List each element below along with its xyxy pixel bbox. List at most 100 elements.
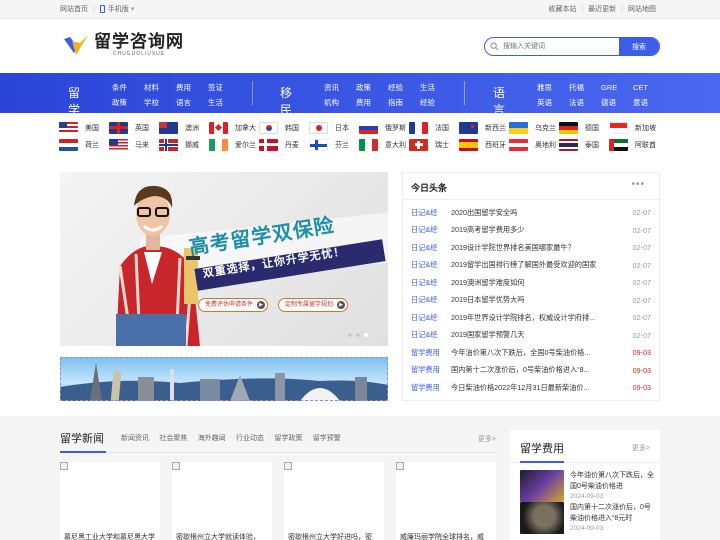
country-item[interactable]: 泰国 — [559, 136, 609, 153]
section-tab[interactable]: 行业动态 — [236, 433, 264, 443]
country-item[interactable]: 爱尔兰 — [209, 136, 259, 153]
hero-banner[interactable]: 高考留学双保险 双重选择，让你升学无忧！ 免费评估申请条件 ▶ 定制专属留学规划 ▶ — [60, 172, 388, 346]
nav-item[interactable]: 资讯 — [324, 80, 356, 95]
nav-title-study[interactable]: 留学 — [68, 84, 81, 118]
country-item[interactable]: 英国 — [109, 119, 159, 136]
more-link[interactable]: 更多> — [632, 443, 650, 453]
nav-title-language[interactable]: 语言 — [493, 84, 506, 118]
headline-title[interactable]: 2019国家留学预警几天 — [451, 330, 631, 340]
headline-title[interactable]: 2019设计学院世界排名美国哪家最牛？ — [451, 243, 631, 253]
sitemap-link[interactable]: 网站地图 — [628, 4, 656, 14]
headline-row[interactable]: 日记&经 2019高考留学费用多少 02-07 — [411, 222, 651, 240]
headline-category[interactable]: 日记&经 — [411, 225, 451, 235]
section-tab[interactable]: 新闻资讯 — [121, 433, 149, 443]
headline-title[interactable]: 2020出国留学安全吗 — [451, 208, 631, 218]
headline-row[interactable]: 日记&经 2019日本留学优势大吗 02-07 — [411, 292, 651, 310]
nav-item[interactable]: 语言 — [176, 95, 208, 110]
nav-item[interactable]: 意语 — [633, 95, 665, 110]
nav-item[interactable]: 托福 — [569, 80, 601, 95]
nav-item[interactable]: 政策 — [112, 95, 144, 110]
headline-category[interactable]: 留学费用 — [411, 348, 451, 358]
headline-category[interactable]: 日记&经 — [411, 243, 451, 253]
news-card[interactable]: 密歇根州立大学好进吗，密 — [284, 462, 384, 540]
nav-item[interactable]: 德语 — [601, 95, 633, 110]
headline-category[interactable]: 日记&经 — [411, 295, 451, 305]
nav-item[interactable]: 费用 — [356, 95, 388, 110]
nav-item[interactable]: 费用 — [176, 80, 208, 95]
country-item[interactable]: 新加坡 — [609, 119, 659, 136]
nav-item[interactable]: 生活 — [420, 80, 452, 95]
nav-item[interactable]: 雅思 — [537, 80, 569, 95]
country-item[interactable]: 意大利 — [359, 136, 409, 153]
country-item[interactable]: 马来 — [109, 136, 159, 153]
country-item[interactable]: 加拿大 — [209, 119, 259, 136]
free-assessment-button[interactable]: 免费评估申请条件 ▶ — [198, 298, 269, 312]
nav-item[interactable]: 生活 — [208, 95, 240, 110]
headline-category[interactable]: 日记&经 — [411, 313, 451, 323]
nav-item[interactable]: 指南 — [388, 95, 420, 110]
nav-item[interactable]: 条件 — [112, 80, 144, 95]
headline-title[interactable]: 国内第十二次涨价后，0号柴油价格进入“8... — [451, 365, 631, 375]
headline-title[interactable]: 今日柴油价格2022年12月31日最新柴油价... — [451, 383, 631, 393]
country-item[interactable]: 俄罗斯 — [359, 119, 409, 136]
news-card[interactable]: 威廉玛丽学院全球排名，威 — [396, 462, 496, 540]
news-card[interactable]: 密歇根州立大学就读体验， — [172, 462, 272, 540]
nav-item[interactable]: 法语 — [569, 95, 601, 110]
headline-category[interactable]: 日记&经 — [411, 278, 451, 288]
more-icon[interactable]: ••• — [631, 179, 645, 190]
bookmark-link[interactable]: 收藏本站 — [548, 4, 576, 14]
list-item[interactable]: 国内第十二次涨价后，0号柴油价格进入“8元时 2024-09-03 — [520, 502, 655, 536]
headline-row[interactable]: 日记&经 2019年世界设计学院排名，权威设计学府排... 02-07 — [411, 309, 651, 327]
section-tab[interactable]: 留学预警 — [313, 433, 341, 443]
headline-row[interactable]: 留学费用 国内第十二次涨价后，0号柴油价格进入“8... 09-03 — [411, 362, 651, 380]
country-item[interactable]: 奥地利 — [509, 136, 559, 153]
headline-category[interactable]: 日记&经 — [411, 260, 451, 270]
headline-row[interactable]: 日记&经 2019澳洲留学难度如何 02-07 — [411, 274, 651, 292]
nav-item[interactable]: 经验 — [388, 80, 420, 95]
search-input[interactable] — [503, 38, 619, 55]
country-item[interactable]: 乌克兰 — [509, 119, 559, 136]
carousel-dot[interactable] — [356, 333, 360, 337]
news-card[interactable]: 慕尼黑工业大学和慕尼黑大学 — [60, 462, 160, 540]
headline-title[interactable]: 2019日本留学优势大吗 — [451, 295, 631, 305]
section-tab[interactable]: 留学政策 — [274, 433, 302, 443]
nav-item[interactable]: 材料 — [144, 80, 176, 95]
nav-item[interactable]: 签证 — [208, 80, 240, 95]
list-item[interactable]: 今年油价第八次下跌后，全国0号柴油价格进 2024-09-03 — [520, 470, 655, 504]
nav-item[interactable]: 机构 — [324, 95, 356, 110]
headline-title[interactable]: 2019年世界设计学院排名，权威设计学府排... — [451, 313, 631, 323]
headline-title[interactable]: 2019澳洲留学难度如何 — [451, 278, 631, 288]
mobile-link[interactable]: 手机版 — [108, 4, 129, 14]
country-item[interactable]: 挪威 — [159, 136, 209, 153]
headline-title[interactable]: 今年油价第八次下跌后，全国0号柴油价格... — [451, 348, 631, 358]
custom-plan-button[interactable]: 定制专属留学规划 ▶ — [278, 298, 349, 312]
country-item[interactable]: 日本 — [309, 119, 359, 136]
headline-title[interactable]: 2019留学出国排行榜了解国外最受欢迎的国家 — [451, 260, 631, 270]
country-item[interactable]: 荷兰 — [59, 136, 109, 153]
headline-row[interactable]: 日记&经 2019设计学院世界排名美国哪家最牛？ 02-07 — [411, 239, 651, 257]
recent-updates-link[interactable]: 最近更新 — [588, 4, 616, 14]
country-item[interactable]: 美国 — [59, 119, 109, 136]
nav-item[interactable]: 学校 — [144, 95, 176, 110]
section-tab[interactable]: 社会聚焦 — [159, 433, 187, 443]
headline-row[interactable]: 日记&经 2019留学出国排行榜了解国外最受欢迎的国家 02-07 — [411, 257, 651, 275]
landmarks-banner[interactable] — [60, 357, 388, 401]
headline-row[interactable]: 日记&经 2019国家留学预警几天 02-07 — [411, 327, 651, 345]
country-item[interactable]: 新西兰 — [459, 119, 509, 136]
home-link[interactable]: 网站首页 — [60, 4, 88, 14]
headline-row[interactable]: 留学费用 今日柴油价格2022年12月31日最新柴油价... 09-03 — [411, 379, 651, 397]
more-link[interactable]: 更多> — [478, 434, 496, 444]
nav-item[interactable]: GRE — [601, 80, 633, 95]
headline-category[interactable]: 日记&经 — [411, 330, 451, 340]
headline-row[interactable]: 留学费用 今年油价第八次下跌后，全国0号柴油价格... 09-03 — [411, 344, 651, 362]
carousel-dot[interactable] — [364, 333, 368, 337]
nav-item[interactable]: CET — [633, 80, 665, 95]
nav-item[interactable]: 英语 — [537, 95, 569, 110]
headline-title[interactable]: 2019高考留学费用多少 — [451, 225, 631, 235]
country-item[interactable]: 阿联酋 — [609, 136, 659, 153]
headline-category[interactable]: 日记&经 — [411, 208, 451, 218]
country-item[interactable]: 澳洲 — [159, 119, 209, 136]
country-item[interactable]: 西班牙 — [459, 136, 509, 153]
headline-row[interactable]: 日记&经 2020出国留学安全吗 02-07 — [411, 204, 651, 222]
nav-title-immigration[interactable]: 移民 — [280, 84, 293, 118]
